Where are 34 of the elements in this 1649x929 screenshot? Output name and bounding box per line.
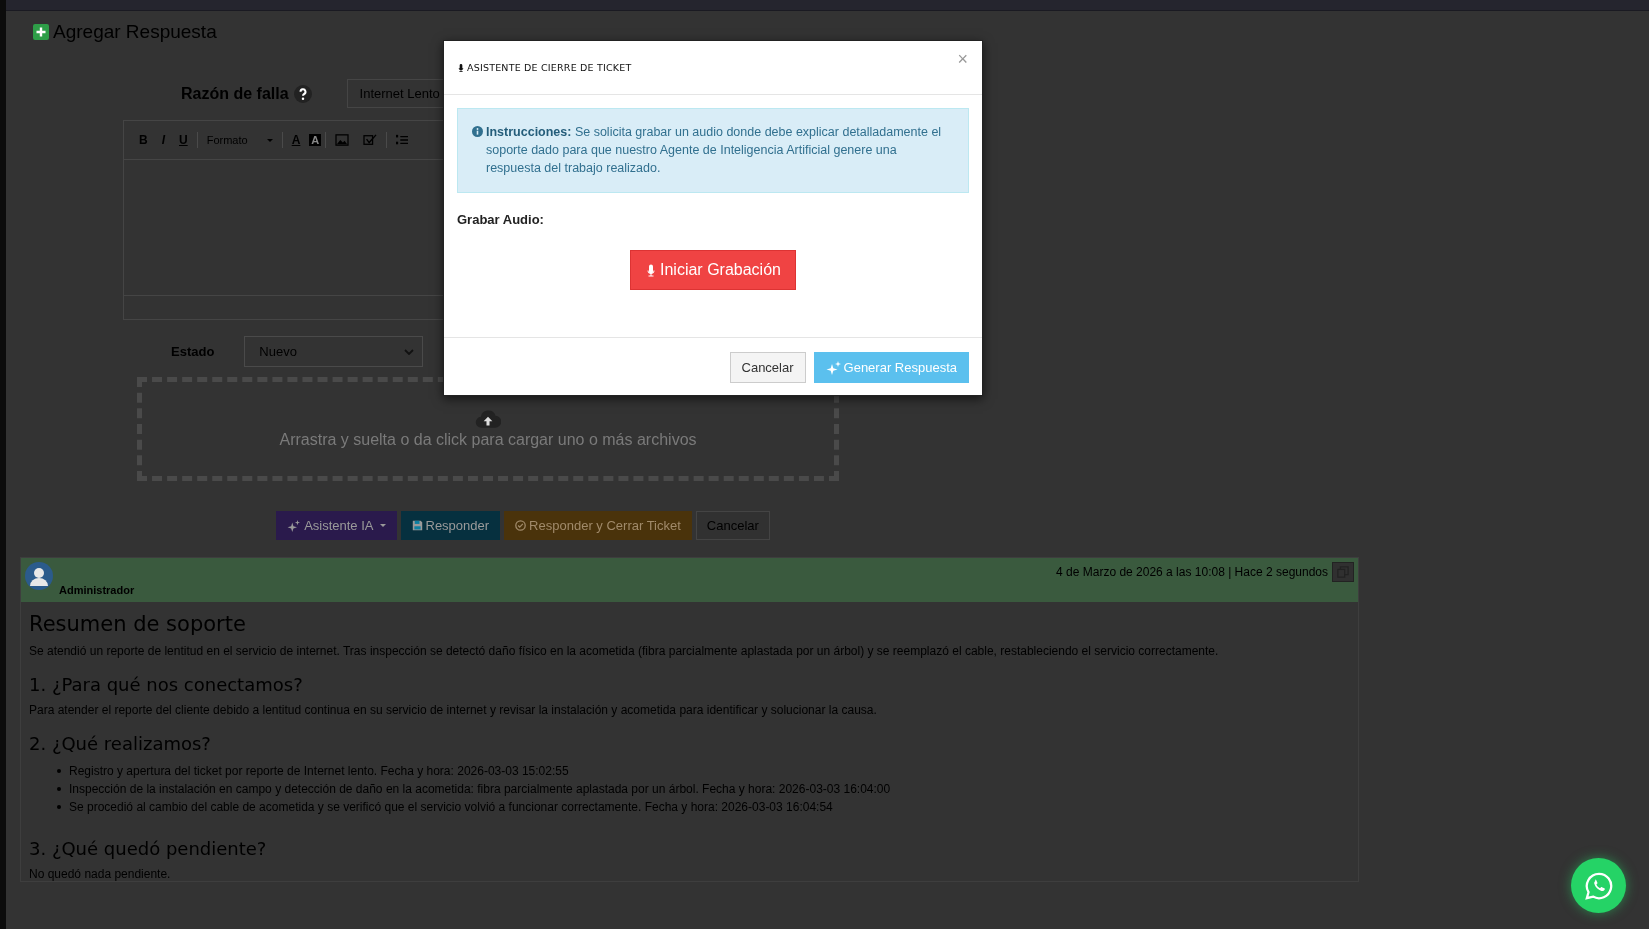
chat-bubble-phone-icon: [1583, 870, 1614, 901]
record-label: Grabar Audio:: [457, 212, 545, 227]
cloud-upload-icon: [475, 409, 501, 429]
plus-square-icon: [33, 24, 49, 40]
close-button[interactable]: ×: [957, 49, 968, 70]
reply-button[interactable]: Responder: [400, 511, 501, 540]
bullet-icon: [57, 769, 61, 773]
copy-button[interactable]: [1332, 562, 1354, 582]
microphone-icon: [645, 262, 657, 278]
avatar-icon: [25, 562, 53, 590]
chat-button[interactable]: [1571, 858, 1626, 913]
sparkle-icon: [825, 360, 842, 375]
timestamp: 4 de Marzo de 2026 a las 10:08 | Hace 2 segundos: [1056, 565, 1328, 579]
dialog-title: ASISTENTE DE CIERRE DE TICKET: [467, 62, 632, 73]
image-icon: [335, 134, 350, 146]
author-name: Administrador: [59, 584, 135, 596]
info-icon: [472, 126, 483, 137]
generate-response-button[interactable]: Generar Respuesta: [813, 352, 969, 383]
bullet-icon: [57, 805, 61, 809]
microphone-icon: [457, 62, 465, 73]
dropzone-text: Arrastra y suelta o da click para cargar uno o más archivos: [279, 431, 697, 449]
checkbox-icon: [363, 134, 378, 146]
numbered-list-icon: [396, 134, 409, 146]
cancel-button[interactable]: Cancelar: [729, 352, 806, 383]
reply-and-close-button[interactable]: Responder y Cerrar Ticket: [504, 511, 692, 540]
highlight-button[interactable]: A: [309, 134, 322, 146]
instructions-text: Instrucciones: Se solicita grabar un audio donde debe explicar detalladamente el soporte dado para que nuestro Agente de Inteligencia Artificial genere una respuesta del trabajo realizado.: [486, 124, 943, 177]
start-recording-button[interactable]: Iniciar Grabación: [630, 250, 796, 290]
sparkle-icon: [287, 519, 302, 532]
help-icon: [293, 84, 312, 103]
check-circle-icon: [515, 520, 527, 531]
bullet-icon: [57, 787, 61, 791]
ai-assistant-button[interactable]: Asistente IA: [276, 511, 397, 540]
chevron-down-icon: [404, 348, 415, 355]
